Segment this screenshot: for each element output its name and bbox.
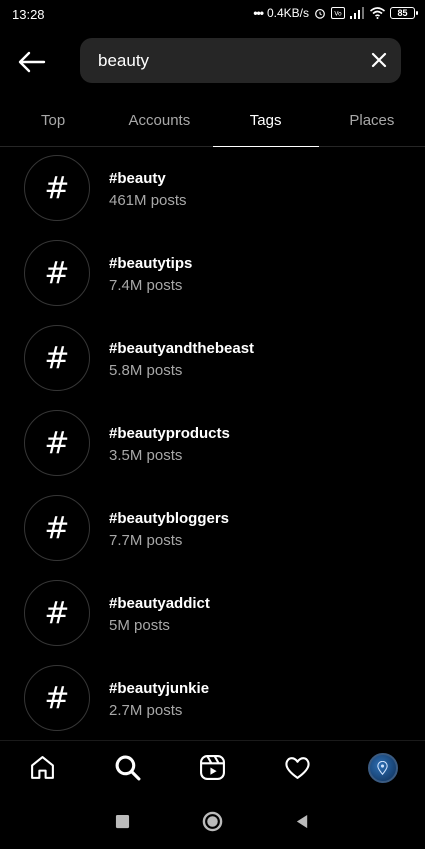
nav-search-button[interactable]	[108, 748, 148, 788]
tag-name: #beautyproducts	[109, 425, 230, 442]
back-arrow-icon	[18, 51, 46, 73]
tag-name: #beautyaddict	[109, 595, 210, 612]
hashtag-icon: #	[24, 580, 90, 646]
tab-top[interactable]: Top	[0, 100, 106, 146]
list-item[interactable]: # #beauty 461M posts	[0, 153, 425, 238]
search-input[interactable]	[98, 38, 348, 83]
list-item[interactable]: # #beautyproducts 3.5M posts	[0, 408, 425, 493]
reels-icon	[200, 755, 225, 780]
home-icon	[31, 756, 54, 779]
nav-profile-button[interactable]	[363, 748, 403, 788]
more-dots-icon: •••	[253, 6, 264, 20]
nav-home-button[interactable]	[23, 748, 63, 788]
net-speed: 0.4KB/s	[266, 6, 309, 20]
hashtag-icon: #	[24, 155, 90, 221]
tag-name: #beautyjunkie	[109, 680, 210, 697]
tag-post-count: 5.8M posts	[109, 362, 183, 379]
nav-activity-button[interactable]	[278, 748, 318, 788]
battery-icon: 85	[390, 7, 418, 19]
system-home-button[interactable]	[199, 808, 227, 836]
nav-reels-button[interactable]	[193, 748, 233, 788]
hashtag-icon: #	[24, 665, 90, 731]
clear-search-button[interactable]	[369, 50, 389, 70]
system-nav-bar	[0, 794, 425, 849]
hashtag-icon: #	[24, 325, 90, 391]
tag-results-list: # #beauty 461M posts # #beautytips 7.4M …	[0, 153, 425, 748]
search-header	[0, 38, 425, 84]
alarm-icon	[315, 8, 325, 19]
heart-icon	[285, 757, 310, 779]
list-item[interactable]: # #beautyjunkie 2.7M posts	[0, 663, 425, 748]
avatar	[367, 752, 398, 783]
signal-icon	[350, 7, 364, 19]
tag-post-count: 7.4M posts	[109, 277, 183, 294]
list-item[interactable]: # #beautyaddict 5M posts	[0, 578, 425, 663]
status-indicators: ••• 0.4KB/s Vo 85	[253, 6, 418, 20]
svg-text:Vo: Vo	[334, 11, 342, 18]
tag-name: #beautytips	[109, 255, 193, 272]
tag-post-count: 7.7M posts	[109, 532, 183, 549]
search-icon	[115, 755, 141, 781]
status-time: 13:28	[12, 7, 45, 22]
back-button[interactable]	[16, 48, 48, 76]
tag-post-count: 5M posts	[109, 617, 170, 634]
tag-post-count: 2.7M posts	[109, 702, 183, 719]
hashtag-icon: #	[24, 495, 90, 561]
tag-post-count: 3.5M posts	[109, 447, 183, 464]
volte-icon: Vo	[331, 7, 345, 19]
tab-tags[interactable]: Tags	[212, 100, 320, 147]
tab-places[interactable]: Places	[319, 100, 425, 146]
hashtag-icon: #	[24, 410, 90, 476]
tag-post-count: 461M posts	[109, 192, 187, 209]
list-item[interactable]: # #beautyandthebeast 5.8M posts	[0, 323, 425, 408]
search-box[interactable]	[80, 38, 401, 83]
list-item[interactable]: # #beautytips 7.4M posts	[0, 238, 425, 323]
search-tabs: Top Accounts Tags Places	[0, 100, 425, 147]
system-back-button[interactable]	[289, 808, 317, 836]
tag-name: #beautyandthebeast	[109, 340, 255, 357]
back-triangle-icon	[296, 814, 308, 829]
recents-square-icon	[115, 814, 130, 829]
tab-accounts[interactable]: Accounts	[106, 100, 212, 146]
list-item[interactable]: # #beautybloggers 7.7M posts	[0, 493, 425, 578]
status-bar: 13:28 ••• 0.4KB/s Vo 85	[0, 0, 425, 30]
wifi-icon	[369, 7, 386, 19]
tag-name: #beauty	[109, 170, 166, 187]
close-icon	[371, 52, 387, 68]
tag-name: #beautybloggers	[109, 510, 230, 527]
home-circle-icon	[202, 811, 223, 832]
location-pin-icon	[377, 760, 388, 775]
bottom-nav-bar	[0, 740, 425, 794]
hashtag-icon: #	[24, 240, 90, 306]
recents-button[interactable]	[109, 808, 137, 836]
